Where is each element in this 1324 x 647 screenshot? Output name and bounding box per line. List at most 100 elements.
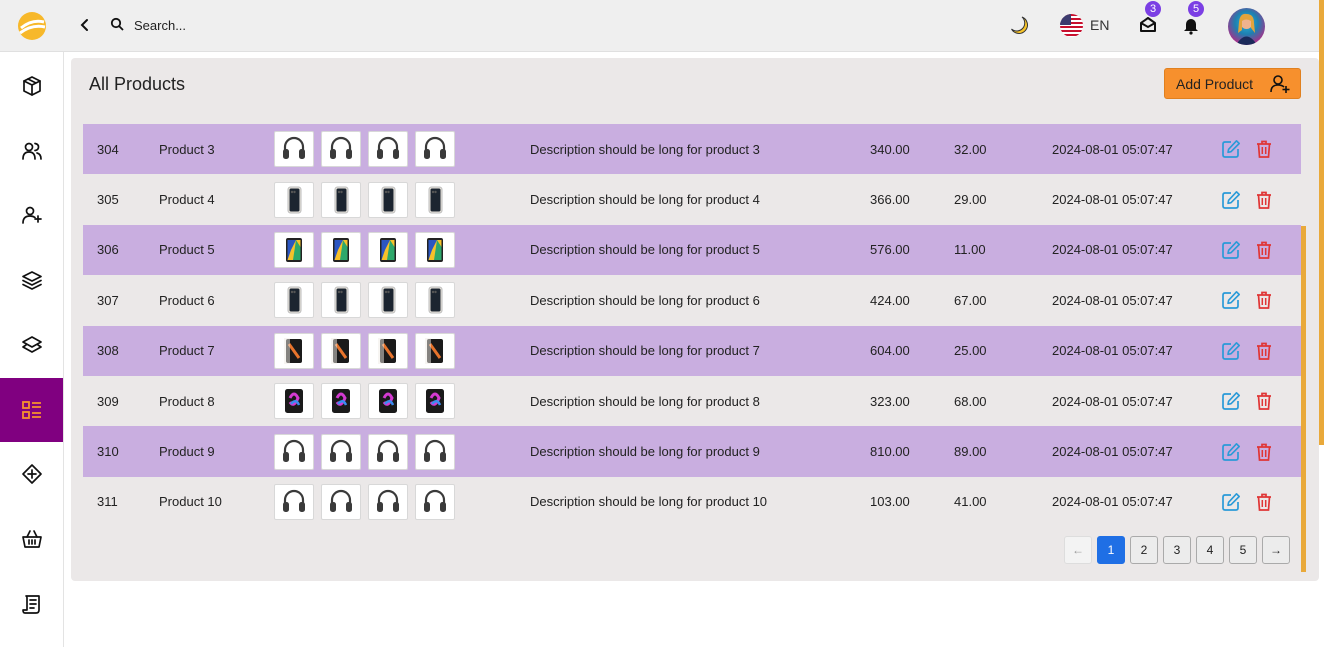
product-price: 323.00 (870, 393, 910, 409)
notifications-button[interactable]: 5 (1180, 1, 1204, 36)
sidebar-item-products-list[interactable] (0, 377, 63, 442)
edit-icon (1222, 341, 1240, 360)
product-price: 424.00 (870, 292, 910, 308)
page-button-5[interactable]: 5 (1229, 536, 1257, 564)
product-description: Description should be long for product 3 (530, 141, 760, 157)
dark-mode-icon[interactable] (1008, 14, 1030, 36)
table-row: 304 Product 3 Description should be long… (83, 124, 1301, 175)
product-id: 309 (97, 393, 119, 409)
edit-button[interactable] (1221, 426, 1241, 476)
table-row: 306 Product 5 Description should be long… (83, 224, 1301, 276)
product-image[interactable] (368, 332, 408, 369)
sidebar-item-layers-alt[interactable] (0, 313, 63, 377)
product-image[interactable] (368, 383, 408, 420)
sidebar-item-layers[interactable] (0, 248, 63, 312)
table-scrollbar[interactable] (1301, 226, 1306, 572)
product-stock: 29.00 (954, 192, 987, 208)
edit-icon (1222, 190, 1240, 209)
delete-button[interactable] (1254, 225, 1274, 275)
product-image[interactable] (368, 433, 408, 470)
edit-button[interactable] (1221, 477, 1241, 527)
product-image[interactable] (274, 131, 314, 168)
user-avatar[interactable] (1228, 8, 1265, 45)
product-image[interactable] (321, 332, 361, 369)
edit-button[interactable] (1221, 174, 1241, 224)
product-image[interactable] (321, 483, 361, 520)
next-page-button[interactable]: → (1262, 536, 1290, 564)
product-image[interactable] (415, 282, 455, 319)
product-image[interactable] (368, 231, 408, 268)
trash-icon (1257, 191, 1271, 209)
product-image[interactable] (274, 433, 314, 470)
product-image[interactable] (274, 332, 314, 369)
trash-icon (1257, 140, 1271, 159)
delete-button[interactable] (1254, 326, 1274, 376)
edit-button[interactable] (1221, 326, 1241, 376)
product-image[interactable] (415, 383, 455, 420)
delete-button[interactable] (1254, 426, 1274, 476)
search-input[interactable] (134, 13, 434, 37)
product-image[interactable] (368, 483, 408, 520)
language-label[interactable]: EN (1090, 17, 1109, 33)
user-plus-icon (1270, 75, 1290, 93)
page-button-3[interactable]: 3 (1163, 536, 1191, 564)
product-image[interactable] (321, 131, 361, 168)
page-scrollbar[interactable] (1319, 0, 1324, 445)
product-image[interactable] (321, 181, 361, 218)
product-image[interactable] (321, 231, 361, 268)
page-button-1[interactable]: 1 (1097, 536, 1125, 564)
sidebar-item-basket[interactable] (0, 507, 63, 571)
add-product-button[interactable]: Add Product (1164, 68, 1301, 99)
product-date: 2024-08-01 05:07:47 (1052, 292, 1173, 308)
product-image[interactable] (274, 383, 314, 420)
page-button-2[interactable]: 2 (1130, 536, 1158, 564)
delete-button[interactable] (1254, 376, 1274, 426)
product-name: Product 7 (159, 343, 215, 359)
page-button-4[interactable]: 4 (1196, 536, 1224, 564)
sidebar-item-user-plus[interactable] (0, 183, 63, 247)
sidebar-item-add-circle[interactable] (0, 442, 63, 506)
sidebar-item-users[interactable] (0, 119, 63, 183)
product-image[interactable] (415, 433, 455, 470)
edit-button[interactable] (1221, 124, 1241, 174)
product-image[interactable] (368, 131, 408, 168)
prev-page-button[interactable]: ← (1064, 536, 1092, 564)
product-description: Description should be long for product 8 (530, 393, 760, 409)
edit-button[interactable] (1221, 275, 1241, 325)
product-image[interactable] (274, 181, 314, 218)
product-image[interactable] (274, 483, 314, 520)
delete-button[interactable] (1254, 174, 1274, 224)
sidebar-item-box[interactable] (0, 54, 63, 118)
sidebar-item-scroll[interactable] (0, 572, 63, 636)
product-id: 306 (97, 242, 119, 258)
top-bar: EN 3 5 (64, 0, 1324, 52)
app-logo[interactable] (0, 0, 64, 52)
layers-icon (21, 271, 42, 290)
product-images (274, 275, 455, 325)
product-image[interactable] (368, 181, 408, 218)
edit-button[interactable] (1221, 376, 1241, 426)
mail-button[interactable]: 3 (1137, 1, 1161, 36)
product-image[interactable] (321, 433, 361, 470)
product-id: 311 (97, 494, 118, 510)
product-image[interactable] (415, 131, 455, 168)
product-stock: 68.00 (954, 393, 987, 409)
product-images (274, 477, 455, 527)
back-icon[interactable] (76, 16, 94, 34)
us-flag-icon[interactable] (1060, 14, 1083, 37)
product-price: 604.00 (870, 343, 910, 359)
delete-button[interactable] (1254, 477, 1274, 527)
product-image[interactable] (415, 181, 455, 218)
edit-button[interactable] (1221, 225, 1241, 275)
delete-button[interactable] (1254, 275, 1274, 325)
delete-button[interactable] (1254, 124, 1274, 174)
product-image[interactable] (321, 383, 361, 420)
product-image[interactable] (274, 231, 314, 268)
product-image[interactable] (274, 282, 314, 319)
product-image[interactable] (415, 332, 455, 369)
product-description: Description should be long for product 9 (530, 444, 760, 460)
product-image[interactable] (321, 282, 361, 319)
product-image[interactable] (368, 282, 408, 319)
product-image[interactable] (415, 231, 455, 268)
product-image[interactable] (415, 483, 455, 520)
